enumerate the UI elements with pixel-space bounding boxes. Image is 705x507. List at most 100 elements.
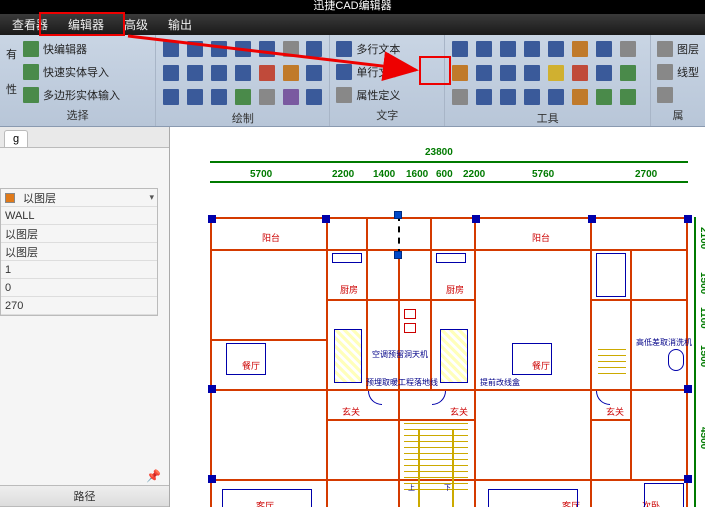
draw-region-icon[interactable]: [304, 62, 326, 84]
label-entry1: 玄关: [342, 405, 360, 418]
menu-output[interactable]: 输出: [158, 14, 202, 35]
tool-b2-icon[interactable]: [473, 86, 495, 108]
dim-total: 23800: [425, 147, 453, 158]
attr-definition[interactable]: 属性定义: [334, 86, 440, 104]
prop-color[interactable]: 以图层▾: [1, 189, 157, 207]
draw-t7-icon[interactable]: [304, 86, 326, 108]
draw-rect-icon[interactable]: [208, 38, 230, 60]
prop-elev[interactable]: 0: [1, 279, 157, 297]
tool-b3-icon[interactable]: [497, 86, 519, 108]
doc-tabstrip: g: [0, 127, 169, 148]
draw-t3-icon[interactable]: [208, 86, 230, 108]
tool-trim-icon[interactable]: [449, 62, 471, 84]
multiline-text[interactable]: 多行文本: [334, 40, 440, 58]
prop-lweight[interactable]: 以图层: [1, 243, 157, 261]
dim-s2: 1400: [373, 169, 395, 180]
draw-point-icon[interactable]: [280, 38, 302, 60]
tool-t7-icon[interactable]: [593, 38, 615, 60]
grip-bottom[interactable]: [394, 251, 402, 259]
tool-t8-icon[interactable]: [617, 38, 639, 60]
draw-line-icon[interactable]: [160, 38, 182, 60]
tool-b1-icon[interactable]: [449, 86, 471, 108]
draw-donut-icon[interactable]: [208, 62, 230, 84]
draw-cloud-icon[interactable]: [304, 38, 326, 60]
properties-grid: 以图层▾ WALL 以图层 以图层 1 0 270: [0, 188, 158, 316]
tool-b8-icon[interactable]: [617, 86, 639, 108]
quick-editor[interactable]: 快编辑器: [21, 40, 122, 58]
grip-top[interactable]: [394, 211, 402, 219]
tool-move-icon[interactable]: [449, 38, 471, 60]
prop-ltype[interactable]: 以图层: [1, 225, 157, 243]
tool-chamfer-icon[interactable]: [521, 62, 543, 84]
dropdown-icon[interactable]: ▾: [146, 192, 157, 203]
dim-s0: 5700: [250, 169, 272, 180]
menu-editor[interactable]: 编辑器: [58, 14, 114, 35]
draw-xline-icon[interactable]: [256, 62, 278, 84]
singleline-text[interactable]: 单行文本: [334, 63, 440, 81]
dim-r1: 1500: [698, 272, 705, 294]
draw-ray-icon[interactable]: [232, 62, 254, 84]
select-prop[interactable]: 性: [4, 80, 19, 98]
draw-t5-icon[interactable]: [256, 86, 278, 108]
attr-extra[interactable]: [655, 87, 701, 103]
prop-scale[interactable]: 1: [1, 261, 157, 279]
label-kitchen1: 厨房: [340, 283, 358, 296]
select-has[interactable]: 有: [4, 45, 19, 63]
dim-r0: 2100: [698, 227, 705, 249]
tool-array-icon[interactable]: [569, 62, 591, 84]
tool-offset-icon[interactable]: [545, 62, 567, 84]
tool-scale-icon[interactable]: [497, 38, 519, 60]
dim-r2: 1100: [698, 307, 705, 329]
tool-b6-icon[interactable]: [569, 86, 591, 108]
tool-t15-icon[interactable]: [593, 62, 615, 84]
tool-b7-icon[interactable]: [593, 86, 615, 108]
draw-t2-icon[interactable]: [184, 86, 206, 108]
draw-t1-icon[interactable]: [160, 86, 182, 108]
floor-plan: 阳台 阳台 厨房 厨房 餐厅 餐厅 空调预留洞天机 预埋取暖工程落地线 提前改线…: [210, 217, 688, 507]
label-entry2: 玄关: [450, 405, 468, 418]
tool-copy-icon[interactable]: [545, 38, 567, 60]
draw-spline-icon[interactable]: [256, 38, 278, 60]
label-balcony1: 阳台: [262, 231, 280, 244]
drawing-canvas[interactable]: 23800 5700 2200 1400 1600 600 2200 5760 …: [170, 127, 705, 507]
draw-t4-icon[interactable]: [232, 86, 254, 108]
prop-layer[interactable]: WALL: [1, 207, 157, 225]
tool-rotate-icon[interactable]: [473, 38, 495, 60]
note1: 空调预留洞天机: [372, 349, 428, 360]
draw-t6-icon[interactable]: [280, 86, 302, 108]
dim-s4: 600: [436, 169, 453, 180]
dim-r4: 4500: [698, 427, 705, 449]
polygon-entity-input[interactable]: 多边形实体输入: [21, 86, 122, 104]
ribbon-toolbar: 有 性 快编辑器 快速实体导入 多边形实体输入 选择: [0, 35, 705, 127]
pin-icon[interactable]: 📌: [0, 469, 169, 483]
draw-polyline-icon[interactable]: [184, 38, 206, 60]
tool-b5-icon[interactable]: [545, 86, 567, 108]
group-select: 有 性 快编辑器 快速实体导入 多边形实体输入 选择: [0, 35, 156, 126]
tool-paste-icon[interactable]: [569, 38, 591, 60]
dim-s6: 5760: [532, 169, 554, 180]
draw-ellipse-icon[interactable]: [184, 62, 206, 84]
tool-b4-icon[interactable]: [521, 86, 543, 108]
doc-tab[interactable]: g: [4, 130, 28, 147]
tool-extend-icon[interactable]: [473, 62, 495, 84]
group-attrs: 图层 线型 属: [651, 35, 705, 126]
prop-angle[interactable]: 270: [1, 297, 157, 315]
tool-fillet-icon[interactable]: [497, 62, 519, 84]
tool-t16-icon[interactable]: [617, 62, 639, 84]
label-entry3: 玄关: [606, 405, 624, 418]
dim-r3: 1500: [698, 345, 705, 367]
path-bar[interactable]: 路径: [0, 485, 169, 507]
menu-bar: 查看器 编辑器 高级 输出: [0, 14, 705, 35]
dim-s3: 1600: [406, 169, 428, 180]
draw-circle-icon[interactable]: [160, 62, 182, 84]
draw-arc-icon[interactable]: [232, 38, 254, 60]
tool-mirror-icon[interactable]: [521, 38, 543, 60]
menu-viewer[interactable]: 查看器: [2, 14, 58, 35]
label-balcony2: 阳台: [532, 231, 550, 244]
quick-entity-import[interactable]: 快速实体导入: [21, 63, 122, 81]
attr-layer[interactable]: 图层: [655, 40, 701, 58]
group-tools-label: 工具: [449, 108, 646, 129]
draw-hatch-icon[interactable]: [280, 62, 302, 84]
menu-advanced[interactable]: 高级: [114, 14, 158, 35]
attr-linetype[interactable]: 线型: [655, 63, 701, 81]
